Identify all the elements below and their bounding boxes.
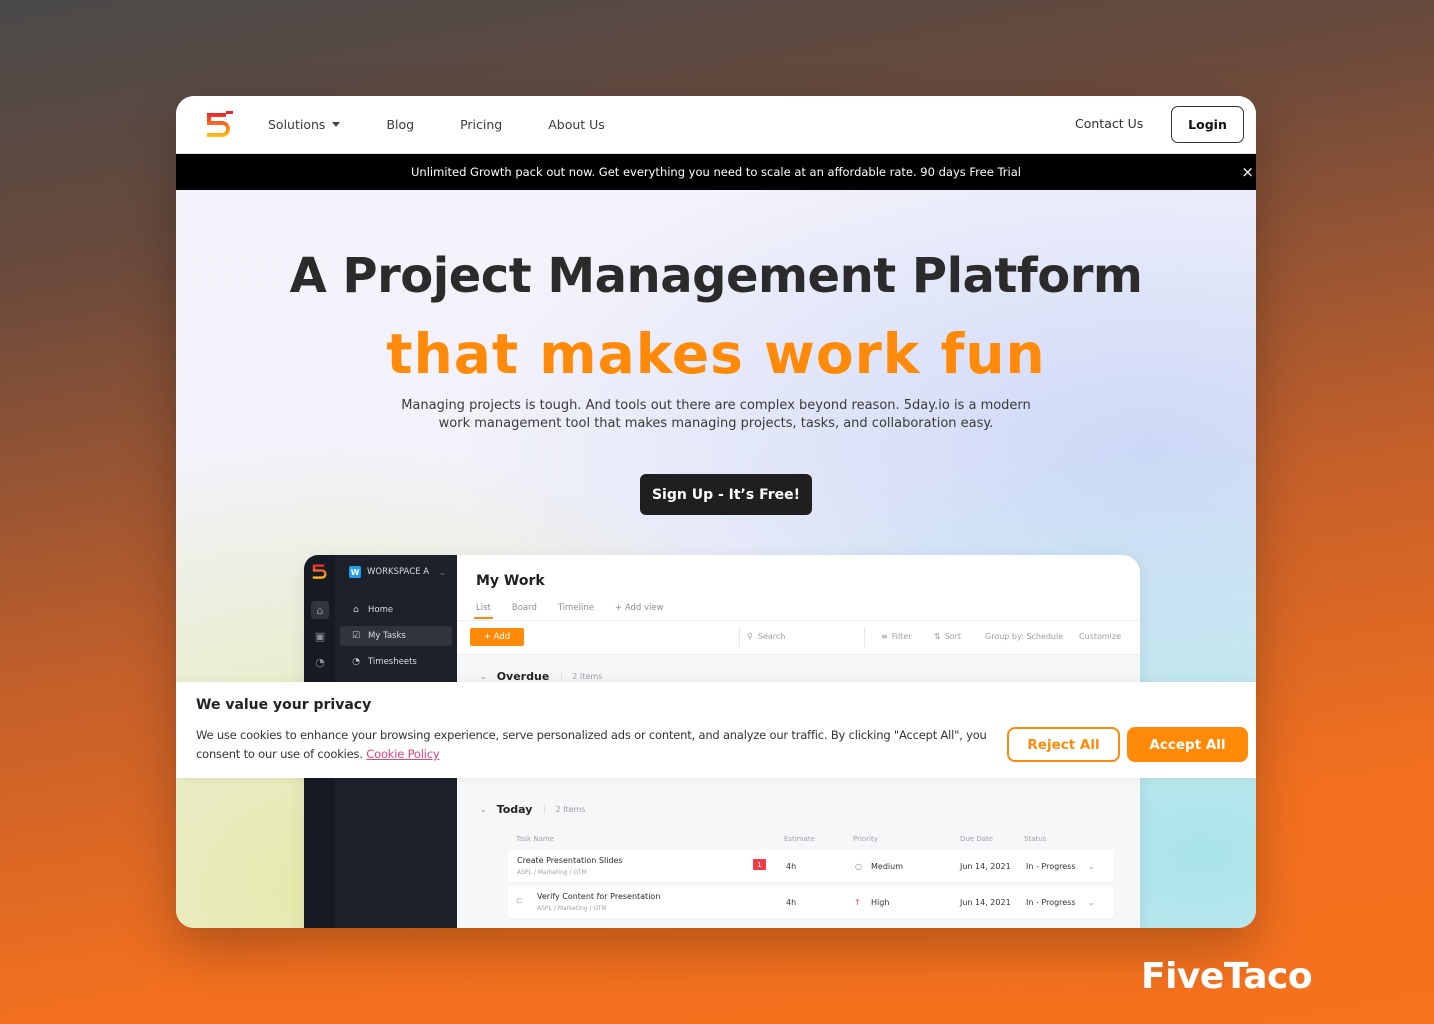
task-name: Create Presentation Slides [517, 856, 623, 865]
chevron-down-icon: ⌄ [480, 672, 487, 681]
cookie-body: We use cookies to enhance your browsing … [196, 728, 987, 761]
tab-list[interactable]: List [474, 603, 493, 619]
task-due-date: Jun 14, 2021 [960, 898, 1011, 907]
column-header-priority[interactable]: Priority [853, 835, 878, 843]
bell-icon: ◔ [352, 657, 360, 667]
cookie-consent-bar: We value your privacy We use cookies to … [176, 682, 1256, 778]
sidebar-item-label: Home [368, 605, 394, 615]
home-icon: ⌂ [353, 605, 359, 615]
banner-text: Unlimited Growth pack out now. Get every… [411, 165, 1021, 179]
chevron-down-icon[interactable]: ⌄ [1088, 898, 1095, 907]
bell-icon[interactable]: ◔ [311, 653, 329, 671]
search-input[interactable]: ⚲ Search [747, 632, 785, 641]
filter-icon: ≡ [881, 632, 888, 641]
chevron-down-icon[interactable]: ⌄ [1088, 862, 1095, 871]
close-icon[interactable]: × [1241, 163, 1254, 181]
hero-section: A Project Management Platform that makes… [176, 190, 1256, 928]
caret-down-icon [332, 122, 341, 127]
add-task-button[interactable]: + Add [470, 628, 524, 646]
task-path: ASPL / Marketing / GTM [517, 869, 587, 876]
sidebar-item-label: Timesheets [368, 657, 417, 667]
section-today[interactable]: ⌄ Today 2 Items [480, 803, 585, 816]
sort-button[interactable]: ⇅ Sort [934, 632, 961, 641]
hero-description: Managing projects is tough. And tools ou… [401, 398, 1031, 431]
column-header-estimate[interactable]: Estimate [784, 835, 815, 843]
view-tabs: List Board Timeline + Add view [474, 603, 683, 619]
comment-badge[interactable]: 1 [753, 859, 766, 870]
cookie-policy-link[interactable]: Cookie Policy [366, 747, 439, 761]
hero-subtitle: that makes work fun [386, 322, 1046, 386]
search-placeholder: Search [757, 632, 786, 641]
login-button[interactable]: Login [1171, 106, 1244, 143]
task-status[interactable]: In - Progress [1026, 862, 1076, 871]
task-row[interactable]: ⊏ Verify Content for Presentation ASPL /… [508, 886, 1114, 918]
app-header: My Work List Board Timeline + Add view +… [457, 555, 1140, 655]
task-priority: High [871, 898, 890, 907]
page-title: My Work [476, 573, 545, 589]
divider [864, 627, 865, 647]
tab-timeline[interactable]: Timeline [556, 603, 596, 619]
nav-solutions-label: Solutions [268, 117, 326, 132]
task-estimate: 4h [786, 862, 797, 871]
checkbox-icon: ☑ [351, 631, 361, 641]
sidebar-item-timesheets[interactable]: ◔ Timesheets [340, 652, 452, 672]
workspace-switcher[interactable]: W WORKSPACE A ⌄ [349, 566, 446, 578]
priority-medium-icon: ○ [855, 862, 862, 871]
promo-banner: Unlimited Growth pack out now. Get every… [176, 153, 1256, 190]
section-count: 2 Items [544, 805, 585, 814]
fivetaco-watermark: FiveTaco [1141, 956, 1313, 997]
task-name: Verify Content for Presentation [537, 892, 661, 901]
workspace-badge: W [349, 566, 361, 578]
sort-label: Sort [944, 632, 962, 641]
tab-board[interactable]: Board [510, 603, 539, 619]
home-icon[interactable]: ⌂ [311, 601, 329, 619]
browser-frame: Solutions Blog Pricing About Us Contact … [176, 96, 1256, 928]
sidebar-item-label: My Tasks [368, 631, 406, 641]
signup-button[interactable]: Sign Up - It’s Free! [640, 474, 812, 515]
reject-all-button[interactable]: Reject All [1007, 727, 1120, 762]
customize-button[interactable]: Customize [1079, 632, 1121, 641]
task-estimate: 4h [786, 898, 797, 907]
accept-all-button[interactable]: Accept All [1127, 727, 1248, 762]
app-logo-icon [312, 564, 327, 579]
nav-pricing[interactable]: Pricing [460, 117, 502, 132]
task-status[interactable]: In - Progress [1026, 898, 1076, 907]
subtask-icon: ⊏ [516, 896, 523, 905]
chevron-down-icon: ⌄ [480, 805, 487, 814]
5day-logo[interactable] [204, 110, 234, 138]
cookie-text: We use cookies to enhance your browsing … [196, 726, 996, 764]
search-icon: ⚲ [747, 632, 753, 641]
column-header-status[interactable]: Status [1024, 835, 1046, 843]
nav-blog[interactable]: Blog [386, 117, 414, 132]
group-by-button[interactable]: Group by: Schedule [985, 632, 1063, 641]
sidebar-item-my-tasks[interactable]: ☑ My Tasks [340, 626, 452, 646]
sidebar-item-home[interactable]: ⌂ Home [340, 600, 452, 620]
cookie-title: We value your privacy [196, 697, 372, 713]
nav-about-us[interactable]: About Us [548, 117, 605, 132]
nav-contact-us[interactable]: Contact Us [1075, 116, 1143, 131]
chevron-down-icon: ⌄ [439, 567, 446, 577]
section-count: 2 Items [561, 672, 602, 681]
filter-button[interactable]: ≡ Filter [881, 632, 912, 641]
sort-icon: ⇅ [934, 632, 941, 641]
top-nav: Solutions Blog Pricing About Us Contact … [176, 96, 1256, 153]
tab-add-view[interactable]: + Add view [613, 603, 666, 619]
nav-solutions[interactable]: Solutions [268, 117, 341, 132]
divider [739, 627, 740, 647]
task-due-date: Jun 14, 2021 [960, 862, 1011, 871]
workspace-name: WORKSPACE A [367, 567, 430, 577]
column-header-due-date[interactable]: Due Date [960, 835, 993, 843]
divider [457, 620, 1140, 621]
column-header-task-name[interactable]: Task Name [516, 835, 554, 843]
filter-label: Filter [891, 632, 912, 641]
task-priority: Medium [871, 862, 903, 871]
priority-high-icon: ↑ [854, 898, 861, 907]
hero-title: A Project Management Platform [289, 248, 1143, 304]
task-row[interactable]: Create Presentation Slides ASPL / Market… [508, 850, 1114, 882]
briefcase-icon[interactable]: ▣ [311, 627, 329, 645]
task-path: ASPL / Marketing / GTM [537, 905, 607, 912]
section-title: Today [496, 803, 533, 816]
